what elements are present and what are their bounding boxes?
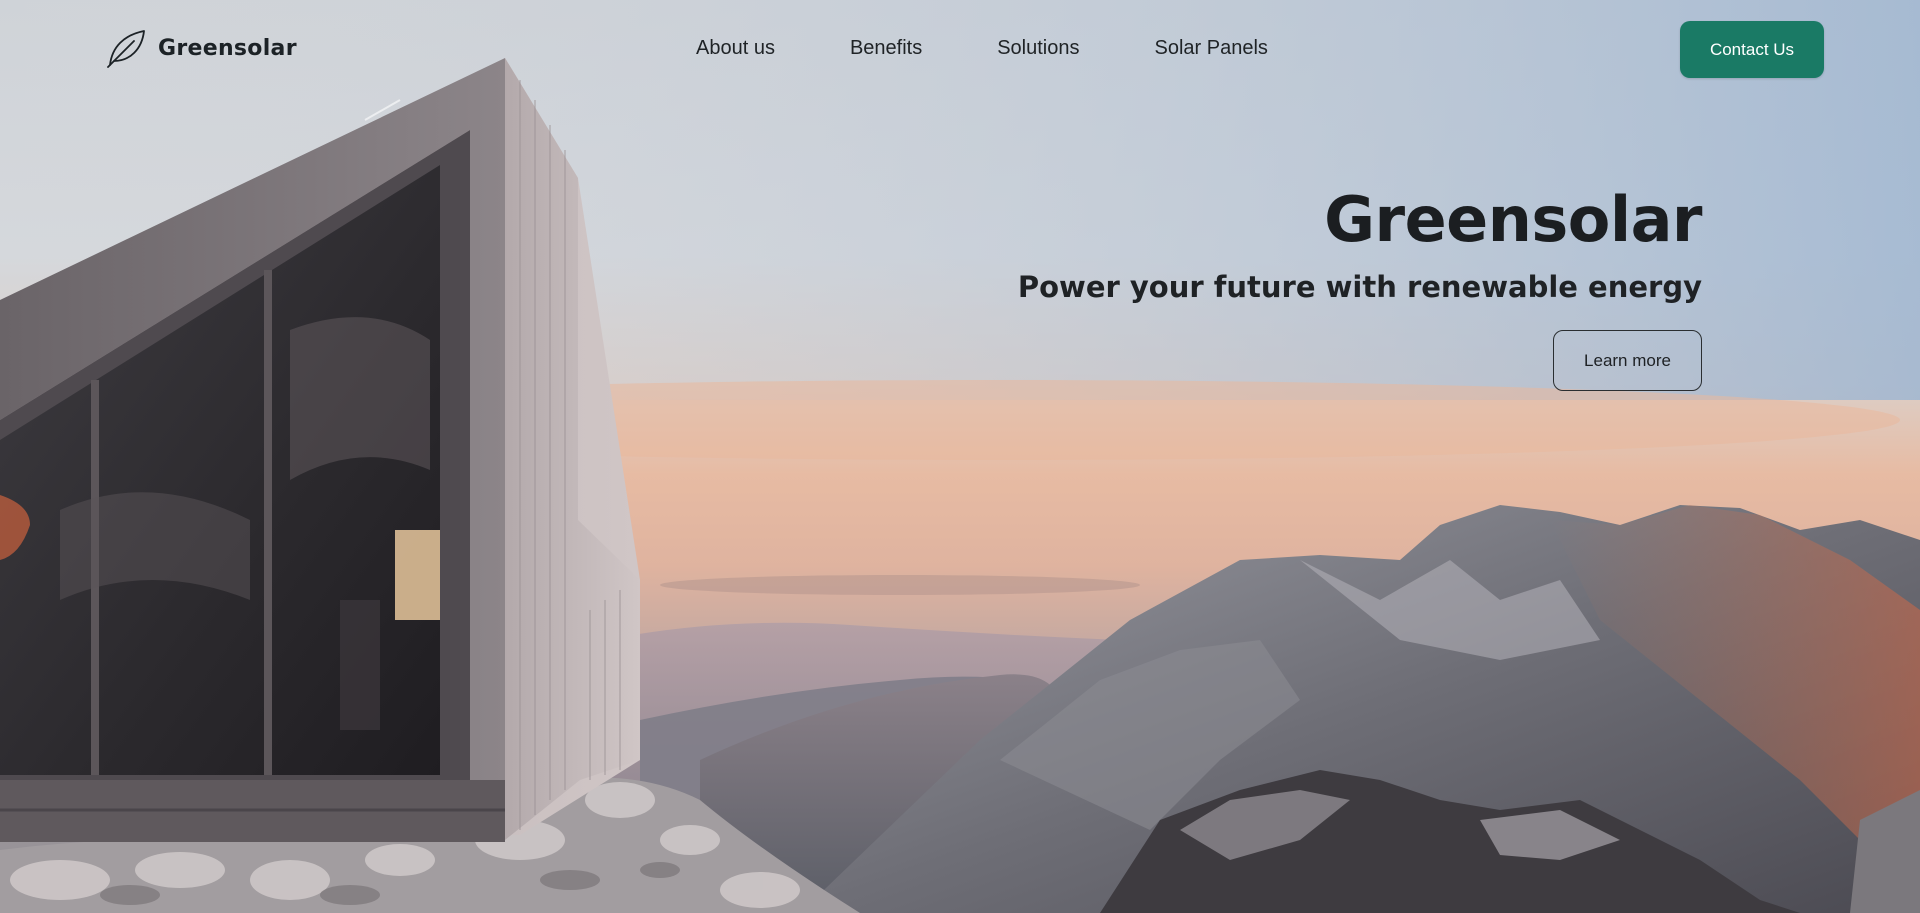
nav-link-solar-panels[interactable]: Solar Panels <box>1155 37 1268 60</box>
brand-logo-link[interactable]: Greensolar <box>104 26 297 70</box>
main-nav: About us Benefits Solutions Solar Panels <box>696 37 1268 60</box>
hero-title: Greensolar <box>1324 183 1702 256</box>
hero-background-image <box>0 0 1920 913</box>
hero-subtitle: Power your future with renewable energy <box>1017 270 1702 304</box>
brand-name: Greensolar <box>158 35 297 61</box>
nav-link-benefits[interactable]: Benefits <box>850 37 922 60</box>
nav-link-solutions[interactable]: Solutions <box>997 37 1079 60</box>
hero-copy: Greensolar Power your future with renewa… <box>1017 182 1703 391</box>
top-navigation: Greensolar About us Benefits Solutions S… <box>0 0 1920 100</box>
nav-link-about-us[interactable]: About us <box>696 37 775 60</box>
learn-more-button[interactable]: Learn more <box>1553 330 1702 391</box>
contact-us-button[interactable]: Contact Us <box>1680 21 1824 78</box>
hero-section: Greensolar About us Benefits Solutions S… <box>0 0 1920 913</box>
leaf-icon <box>107 30 145 68</box>
